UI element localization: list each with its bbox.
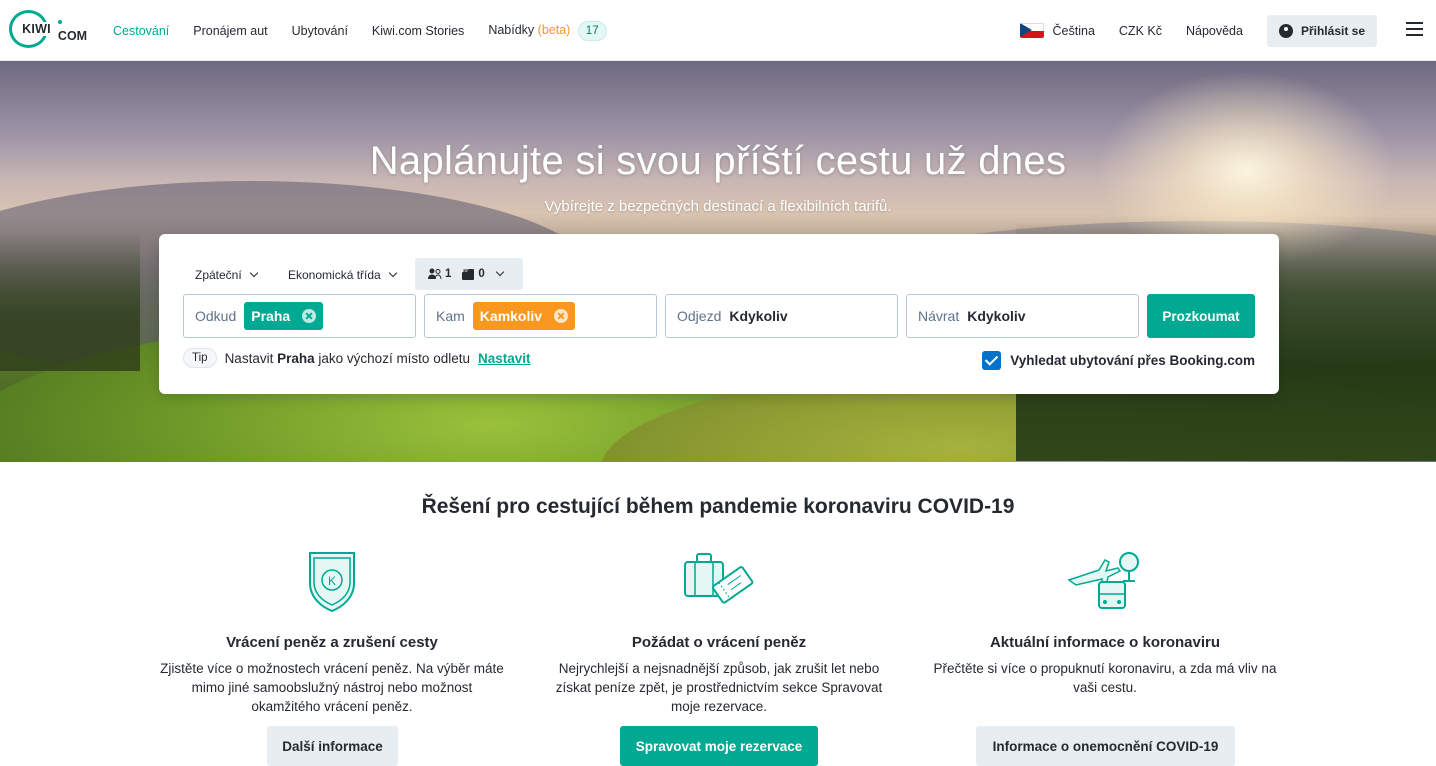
offers-beta: (beta) <box>537 22 571 37</box>
logo-suffix: COM <box>57 29 88 43</box>
nav-travel[interactable]: Cestování <box>113 24 169 38</box>
currency-selector[interactable]: CZK Kč <box>1119 24 1162 38</box>
origin-label: Odkud <box>195 308 237 324</box>
more-info-button[interactable]: Další informace <box>267 726 398 766</box>
login-label: Přihlásit se <box>1300 23 1365 38</box>
chevron-down-icon <box>249 268 258 278</box>
covid-section-title: Řešení pro cestující během pandemie koro… <box>421 495 1015 518</box>
tip-city: Praha <box>277 350 315 366</box>
column-title: Vrácení peněz a zrušení cesty <box>226 634 438 651</box>
main-nav: Cestování Pronájem aut Ubytování Kiwi.co… <box>113 0 631 61</box>
departure-label: Odjezd <box>677 308 722 324</box>
cabin-class-select[interactable]: Ekonomická třída <box>288 260 397 290</box>
svg-text:K: K <box>328 574 336 588</box>
passengers-bags-select[interactable]: 1 0 <box>415 258 523 290</box>
nav-offers[interactable]: Nabídky (beta) 17 <box>488 20 607 41</box>
column-title: Aktuální informace o koronaviru <box>989 634 1221 651</box>
covid-info-button[interactable]: Informace o onemocnění COVID-19 <box>976 726 1235 766</box>
bag-icon <box>462 268 475 280</box>
explore-button[interactable]: Prozkoumat <box>1147 294 1255 338</box>
column-text: Přečtěte si více o propuknutí koronaviru… <box>933 661 1277 695</box>
return-value: Kdykoliv <box>967 308 1026 324</box>
departure-field[interactable]: Odjezd Kdykoliv <box>665 294 898 338</box>
covid-column-refunds: K Vrácení peněz a zrušení cesty Zjistěte… <box>157 548 507 716</box>
manage-bookings-button[interactable]: Spravovat moje rezervace <box>620 726 818 766</box>
origin-field[interactable]: Odkud Praha <box>183 294 416 338</box>
kiwi-logo[interactable]: KIWI COM <box>9 10 91 48</box>
covid-column-request-refund: Požádat o vrácení peněz Nejrychlejší a n… <box>544 548 894 716</box>
shield-k-icon: K <box>309 552 355 613</box>
cabin-class-value: Ekonomická třída <box>288 268 381 282</box>
return-label: Návrat <box>918 308 960 324</box>
remove-origin-icon[interactable] <box>302 309 317 323</box>
offers-label: Nabídky <box>488 22 535 37</box>
remove-destination-icon[interactable] <box>554 309 569 323</box>
nav-car-rental[interactable]: Pronájem aut <box>193 24 267 38</box>
booking-label: Vyhledat ubytování přes Booking.com <box>1010 352 1255 368</box>
plane-bus-icon <box>1067 552 1139 609</box>
nav-accommodation[interactable]: Ubytování <box>292 24 348 38</box>
hero-subtitle: Vybírejte z bezpečných destinací a flexi… <box>544 198 892 215</box>
language-selector[interactable]: Čeština <box>1053 24 1095 38</box>
destination-value: Kamkoliv <box>479 308 543 324</box>
hero-title: Naplánujte si svou příští cestu už dnes <box>369 139 1067 183</box>
origin-chip[interactable]: Praha <box>244 302 324 330</box>
search-panel: Zpáteční Ekonomická třída 1 0 Odkud Prah… <box>159 234 1279 394</box>
column-text: Zjistěte více o možnostech vrácení peněz… <box>160 661 504 714</box>
departure-value: Kdykoliv <box>729 308 788 324</box>
booking-checkbox[interactable] <box>982 350 1002 370</box>
bag-count: 0 <box>478 268 485 280</box>
help-link[interactable]: Nápověda <box>1186 24 1243 38</box>
destination-chip[interactable]: Kamkoliv <box>472 302 576 330</box>
column-title: Požádat o vrácení peněz <box>631 634 807 651</box>
origin-value: Praha <box>251 308 291 324</box>
nav-stories[interactable]: Kiwi.com Stories <box>372 24 464 38</box>
user-icon <box>1278 23 1293 38</box>
column-text: Nejrychlejší a nejsnadnější způsob, jak … <box>555 661 883 714</box>
set-default-origin-link[interactable]: Nastavit <box>478 351 531 366</box>
tip-text-2: jako výchozí místo odletu <box>318 350 470 366</box>
passenger-count: 1 <box>445 268 452 280</box>
passenger-icon <box>428 268 442 280</box>
trip-type-select[interactable]: Zpáteční <box>195 260 258 290</box>
czech-flag-icon <box>1019 23 1044 38</box>
right-nav: Čeština CZK Kč Nápověda Přihlásit se <box>1019 0 1436 61</box>
luggage-ticket-icon <box>684 553 754 604</box>
destination-field[interactable]: Kam Kamkoliv <box>424 294 657 338</box>
offers-count-badge: 17 <box>577 20 607 41</box>
chevron-down-icon <box>495 267 505 277</box>
trip-type-value: Zpáteční <box>195 268 242 282</box>
logo-text: KIWI <box>22 22 51 36</box>
chevron-down-icon <box>388 268 397 278</box>
destination-label: Kam <box>436 308 465 324</box>
return-field[interactable]: Návrat Kdykoliv <box>906 294 1139 338</box>
booking-option[interactable]: Vyhledat ubytování přes Booking.com <box>982 350 1255 370</box>
login-button[interactable]: Přihlásit se <box>1266 14 1377 47</box>
covid-column-updates: Aktuální informace o koronaviru Přečtěte… <box>930 548 1280 697</box>
tip-badge: Tip <box>183 348 217 368</box>
menu-icon[interactable] <box>1406 22 1423 36</box>
top-navigation-bar: KIWI COM Cestování Pronájem aut Ubytován… <box>0 0 1436 61</box>
tip-text-1: Nastavit <box>224 350 274 366</box>
tip-row: Tip Nastavit Praha jako výchozí místo od… <box>183 346 531 370</box>
